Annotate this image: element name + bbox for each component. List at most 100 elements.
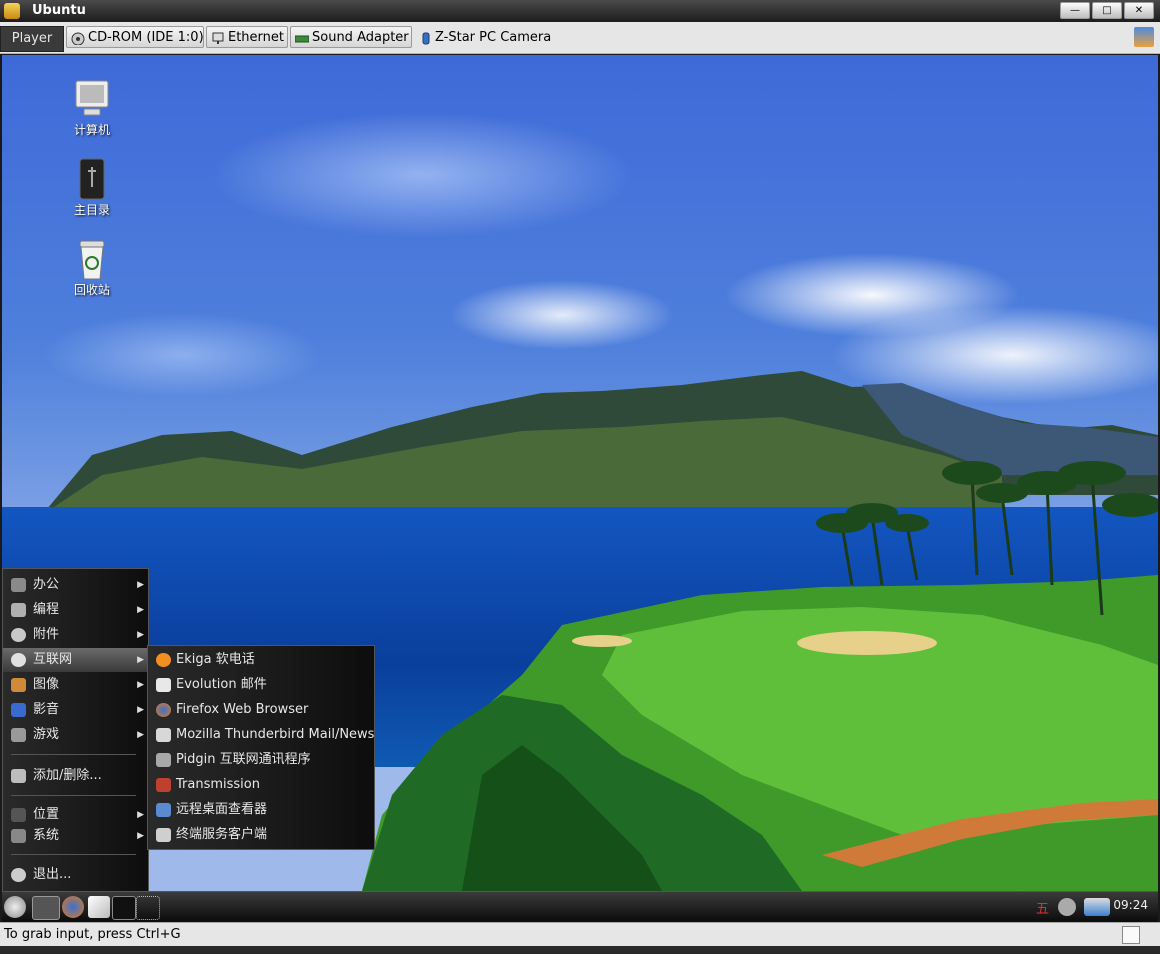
menu-item-label: 影音 (33, 702, 60, 717)
menu-item-label: 图像 (33, 677, 60, 692)
submenu-item-remote-desktop[interactable]: 远程桌面查看器 (148, 798, 374, 822)
logout-icon (11, 868, 26, 882)
window-bottom-edge (0, 946, 1160, 954)
evolution-icon (156, 678, 171, 692)
menu-item-label: 互联网 (33, 652, 73, 667)
cdrom-icon (71, 31, 85, 46)
desktop-icon-trash[interactable]: 回收站 (52, 237, 132, 298)
grab-input-icon[interactable] (1122, 926, 1140, 944)
desktop-icon-label: 计算机 (73, 123, 110, 137)
multimedia-icon (11, 703, 26, 717)
submenu-item-thunderbird[interactable]: Mozilla Thunderbird Mail/News (148, 723, 374, 747)
network-status-icon[interactable] (1084, 898, 1110, 916)
terminal-server-icon (156, 828, 171, 842)
desktop-icon-computer[interactable]: 计算机 (52, 77, 132, 138)
network-icon (211, 31, 225, 44)
internet-icon (11, 653, 26, 667)
menu-item-accessories[interactable]: 附件 ▶ (3, 623, 148, 647)
show-desktop-icon[interactable] (32, 896, 60, 920)
clock[interactable]: 09:24 (1113, 898, 1148, 912)
submenu-item-label: Mozilla Thunderbird Mail/News (176, 727, 375, 742)
submenu-item-label: Pidgin 互联网通讯程序 (176, 752, 311, 767)
submenu-item-label: Ekiga 软电话 (176, 652, 255, 667)
player-menu-button[interactable]: Player (0, 26, 64, 52)
menu-item-label: 办公 (33, 577, 60, 592)
menu-item-programming[interactable]: 编程 ▶ (3, 598, 148, 622)
camera-label: Z-Star PC Camera (435, 30, 552, 45)
menu-item-system[interactable]: 系统 ▶ (3, 824, 148, 848)
window-title-bar: Ubuntu — □ ✕ (0, 0, 1160, 22)
menu-item-label: 退出... (33, 867, 72, 882)
unity-mode-icon[interactable] (1134, 27, 1154, 47)
input-method-indicator[interactable]: 五 (1036, 898, 1049, 917)
menu-item-multimedia[interactable]: 影音 ▶ (3, 698, 148, 722)
sound-card-icon (294, 31, 310, 44)
main-menu-icon[interactable] (4, 896, 26, 918)
sound-label: Sound Adapter (312, 30, 409, 45)
transmission-icon (156, 778, 171, 792)
submenu-arrow-icon: ▶ (137, 705, 144, 715)
menu-separator (11, 854, 136, 855)
status-bar: To grab input, press Ctrl+G (0, 922, 1160, 947)
submenu-item-pidgin[interactable]: Pidgin 互联网通讯程序 (148, 748, 374, 772)
evolution-icon[interactable] (88, 896, 110, 918)
submenu-arrow-icon: ▶ (137, 730, 144, 740)
cdrom-label: CD-ROM (IDE 1:0) (88, 30, 204, 45)
cdrom-device-button[interactable]: CD-ROM (IDE 1:0) (66, 26, 204, 48)
menu-separator (11, 795, 136, 796)
minimize-button[interactable]: — (1060, 2, 1090, 19)
places-icon (11, 808, 26, 822)
programming-icon (11, 603, 26, 617)
add-remove-icon (11, 769, 26, 783)
terminal-icon[interactable] (112, 896, 136, 920)
submenu-item-label: 远程桌面查看器 (176, 802, 268, 817)
graphics-icon (11, 678, 26, 692)
ethernet-device-button[interactable]: Ethernet (206, 26, 288, 48)
submenu-item-transmission[interactable]: Transmission (148, 773, 374, 797)
firefox-icon[interactable] (62, 896, 84, 918)
window-title: Ubuntu (32, 3, 86, 18)
device-toolbar: Player CD-ROM (IDE 1:0) Ethernet Sound A… (0, 22, 1160, 54)
maximize-button[interactable]: □ (1092, 2, 1122, 19)
ethernet-label: Ethernet (228, 30, 284, 45)
submenu-item-label: Evolution 邮件 (176, 677, 267, 692)
internet-submenu: Ekiga 软电话 Evolution 邮件 Firefox Web Brows… (147, 645, 375, 850)
sound-device-button[interactable]: Sound Adapter (290, 26, 412, 48)
close-button[interactable]: ✕ (1124, 2, 1154, 19)
menu-separator (11, 754, 136, 755)
menu-item-label: 附件 (33, 627, 60, 642)
menu-item-add-remove[interactable]: 添加/删除... (3, 764, 148, 788)
submenu-arrow-icon: ▶ (137, 580, 144, 590)
desktop-icon-label: 回收站 (73, 283, 110, 297)
network-icon[interactable] (136, 896, 160, 920)
submenu-item-terminal-server[interactable]: 终端服务客户端 (148, 823, 374, 847)
menu-item-logout[interactable]: 退出... (3, 863, 148, 887)
remote-desktop-icon (156, 803, 171, 817)
desktop-icon-home[interactable]: 主目录 (52, 157, 132, 218)
menu-item-games[interactable]: 游戏 ▶ (3, 723, 148, 747)
menu-item-label: 添加/删除... (33, 768, 102, 783)
submenu-item-label: Firefox Web Browser (176, 702, 309, 717)
menu-item-label: 系统 (33, 828, 60, 843)
games-icon (11, 728, 26, 742)
submenu-arrow-icon: ▶ (137, 655, 144, 665)
vmware-app-icon (4, 3, 20, 19)
home-folder-icon (70, 157, 114, 201)
system-icon (11, 829, 26, 843)
submenu-arrow-icon: ▶ (137, 831, 144, 841)
update-notifier-icon[interactable] (1058, 898, 1076, 916)
status-message: To grab input, press Ctrl+G (4, 927, 181, 942)
camera-device-button[interactable]: Z-Star PC Camera (414, 26, 558, 48)
computer-icon (70, 77, 114, 121)
usb-camera-icon (419, 31, 433, 45)
menu-item-office[interactable]: 办公 ▶ (3, 573, 148, 597)
submenu-item-evolution[interactable]: Evolution 邮件 (148, 673, 374, 697)
menu-item-internet[interactable]: 互联网 ▶ (3, 648, 148, 672)
menu-item-label: 游戏 (33, 727, 60, 742)
menu-item-graphics[interactable]: 图像 ▶ (3, 673, 148, 697)
bottom-panel: 五 09:24 (2, 891, 1158, 922)
trash-icon (70, 237, 114, 281)
submenu-item-firefox[interactable]: Firefox Web Browser (148, 698, 374, 722)
firefox-icon (156, 703, 171, 717)
submenu-item-ekiga[interactable]: Ekiga 软电话 (148, 648, 374, 672)
